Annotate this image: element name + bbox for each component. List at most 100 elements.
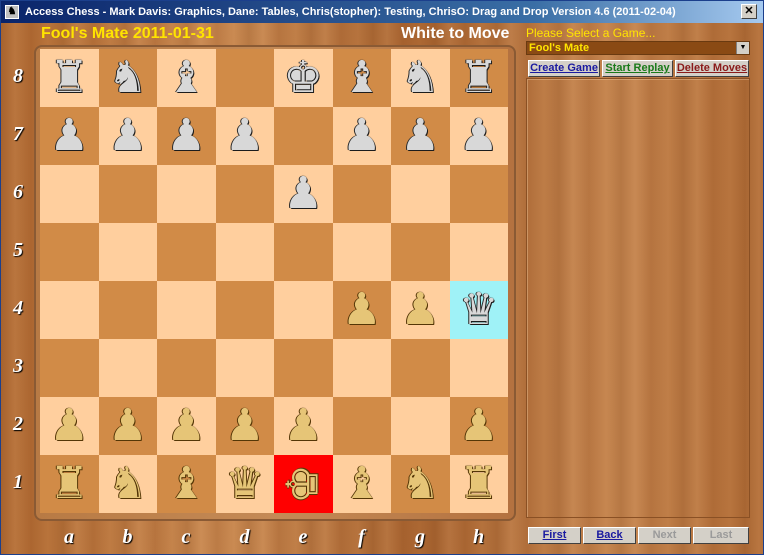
- square-a3[interactable]: [40, 339, 99, 397]
- square-d7[interactable]: ♟: [215, 107, 274, 165]
- square-a5[interactable]: [40, 223, 99, 281]
- black-piece-icon[interactable]: ♞: [108, 56, 147, 100]
- square-e8[interactable]: ♚: [274, 49, 333, 107]
- square-a7[interactable]: ♟: [40, 107, 99, 165]
- square-h5[interactable]: [449, 223, 508, 281]
- square-e3[interactable]: [274, 339, 333, 397]
- white-piece-icon[interactable]: ♞: [108, 462, 147, 506]
- square-a6[interactable]: [40, 165, 99, 223]
- square-f3[interactable]: [332, 339, 391, 397]
- delete-moves-button[interactable]: Delete Moves: [675, 60, 749, 77]
- square-g7[interactable]: ♟: [391, 107, 450, 165]
- dropdown-arrow-icon[interactable]: ▼: [736, 42, 749, 54]
- square-h7[interactable]: ♟: [449, 107, 508, 165]
- start-replay-button[interactable]: Start Replay: [602, 60, 673, 77]
- white-piece-icon[interactable]: ♟: [401, 288, 440, 332]
- white-piece-icon[interactable]: ♟: [167, 404, 206, 448]
- white-piece-icon[interactable]: ♜: [459, 462, 498, 506]
- square-h8[interactable]: ♜: [449, 49, 508, 107]
- white-piece-icon[interactable]: ♞: [401, 462, 440, 506]
- black-piece-icon[interactable]: ♟: [284, 172, 323, 216]
- square-g8[interactable]: ♞: [391, 49, 450, 107]
- white-piece-icon[interactable]: ♟: [108, 404, 147, 448]
- square-c6[interactable]: [157, 165, 216, 223]
- square-a4[interactable]: [40, 281, 99, 339]
- square-a2[interactable]: ♟: [40, 397, 99, 455]
- square-b8[interactable]: ♞: [98, 49, 157, 107]
- square-d6[interactable]: [215, 165, 274, 223]
- create-game-button[interactable]: Create Game: [528, 60, 600, 77]
- square-e2[interactable]: ♟: [274, 397, 333, 455]
- white-piece-icon[interactable]: ♟: [342, 288, 381, 332]
- black-piece-icon[interactable]: ♝: [342, 56, 381, 100]
- square-c8[interactable]: ♝: [157, 49, 216, 107]
- square-e1[interactable]: ♚: [274, 455, 333, 513]
- square-f4[interactable]: ♟: [332, 281, 391, 339]
- move-list-panel[interactable]: [526, 78, 750, 518]
- next-move-button[interactable]: Next: [638, 527, 691, 544]
- square-c5[interactable]: [157, 223, 216, 281]
- square-f6[interactable]: [332, 165, 391, 223]
- square-h1[interactable]: ♜: [449, 455, 508, 513]
- white-piece-icon[interactable]: ♛: [225, 462, 264, 506]
- square-g3[interactable]: [391, 339, 450, 397]
- square-c2[interactable]: ♟: [157, 397, 216, 455]
- close-button[interactable]: ✕: [741, 4, 757, 19]
- square-b7[interactable]: ♟: [98, 107, 157, 165]
- square-e5[interactable]: [274, 223, 333, 281]
- black-piece-icon[interactable]: ♟: [342, 114, 381, 158]
- app-icon[interactable]: ♞: [5, 5, 19, 19]
- square-g5[interactable]: [391, 223, 450, 281]
- last-move-button[interactable]: Last: [693, 527, 749, 544]
- game-select-combo[interactable]: Fool's Mate ▼: [526, 41, 750, 55]
- square-b3[interactable]: [98, 339, 157, 397]
- square-a1[interactable]: ♜: [40, 455, 99, 513]
- white-piece-icon[interactable]: ♟: [459, 404, 498, 448]
- white-piece-icon[interactable]: ♚: [277, 464, 328, 503]
- square-a8[interactable]: ♜: [40, 49, 99, 107]
- square-c4[interactable]: [157, 281, 216, 339]
- black-piece-icon[interactable]: ♞: [401, 56, 440, 100]
- square-f2[interactable]: [332, 397, 391, 455]
- black-piece-icon[interactable]: ♟: [50, 114, 89, 158]
- square-f8[interactable]: ♝: [332, 49, 391, 107]
- square-h4[interactable]: ♛: [449, 281, 508, 339]
- black-piece-icon[interactable]: ♟: [459, 114, 498, 158]
- square-e7[interactable]: [274, 107, 333, 165]
- square-h3[interactable]: [449, 339, 508, 397]
- square-e4[interactable]: [274, 281, 333, 339]
- back-move-button[interactable]: Back: [583, 527, 636, 544]
- square-d5[interactable]: [215, 223, 274, 281]
- square-d8[interactable]: [215, 49, 274, 107]
- black-piece-icon[interactable]: ♝: [167, 56, 206, 100]
- white-piece-icon[interactable]: ♟: [284, 404, 323, 448]
- square-e6[interactable]: ♟: [274, 165, 333, 223]
- white-piece-icon[interactable]: ♝: [167, 462, 206, 506]
- black-piece-icon[interactable]: ♟: [108, 114, 147, 158]
- square-b4[interactable]: [98, 281, 157, 339]
- square-c3[interactable]: [157, 339, 216, 397]
- square-g2[interactable]: [391, 397, 450, 455]
- square-b5[interactable]: [98, 223, 157, 281]
- black-piece-icon[interactable]: ♟: [225, 114, 264, 158]
- square-d1[interactable]: ♛: [215, 455, 274, 513]
- title-bar[interactable]: ♞ Access Chess - Mark Davis: Graphics, D…: [1, 1, 763, 23]
- black-piece-icon[interactable]: ♜: [50, 56, 89, 100]
- white-piece-icon[interactable]: ♟: [225, 404, 264, 448]
- square-b6[interactable]: [98, 165, 157, 223]
- square-g6[interactable]: [391, 165, 450, 223]
- black-piece-icon[interactable]: ♛: [459, 288, 498, 332]
- square-g1[interactable]: ♞: [391, 455, 450, 513]
- white-piece-icon[interactable]: ♜: [50, 462, 89, 506]
- square-d2[interactable]: ♟: [215, 397, 274, 455]
- black-piece-icon[interactable]: ♟: [401, 114, 440, 158]
- square-h6[interactable]: [449, 165, 508, 223]
- square-h2[interactable]: ♟: [449, 397, 508, 455]
- square-f7[interactable]: ♟: [332, 107, 391, 165]
- square-c1[interactable]: ♝: [157, 455, 216, 513]
- square-b1[interactable]: ♞: [98, 455, 157, 513]
- black-piece-icon[interactable]: ♜: [459, 56, 498, 100]
- square-d4[interactable]: [215, 281, 274, 339]
- square-d3[interactable]: [215, 339, 274, 397]
- white-piece-icon[interactable]: ♝: [342, 462, 381, 506]
